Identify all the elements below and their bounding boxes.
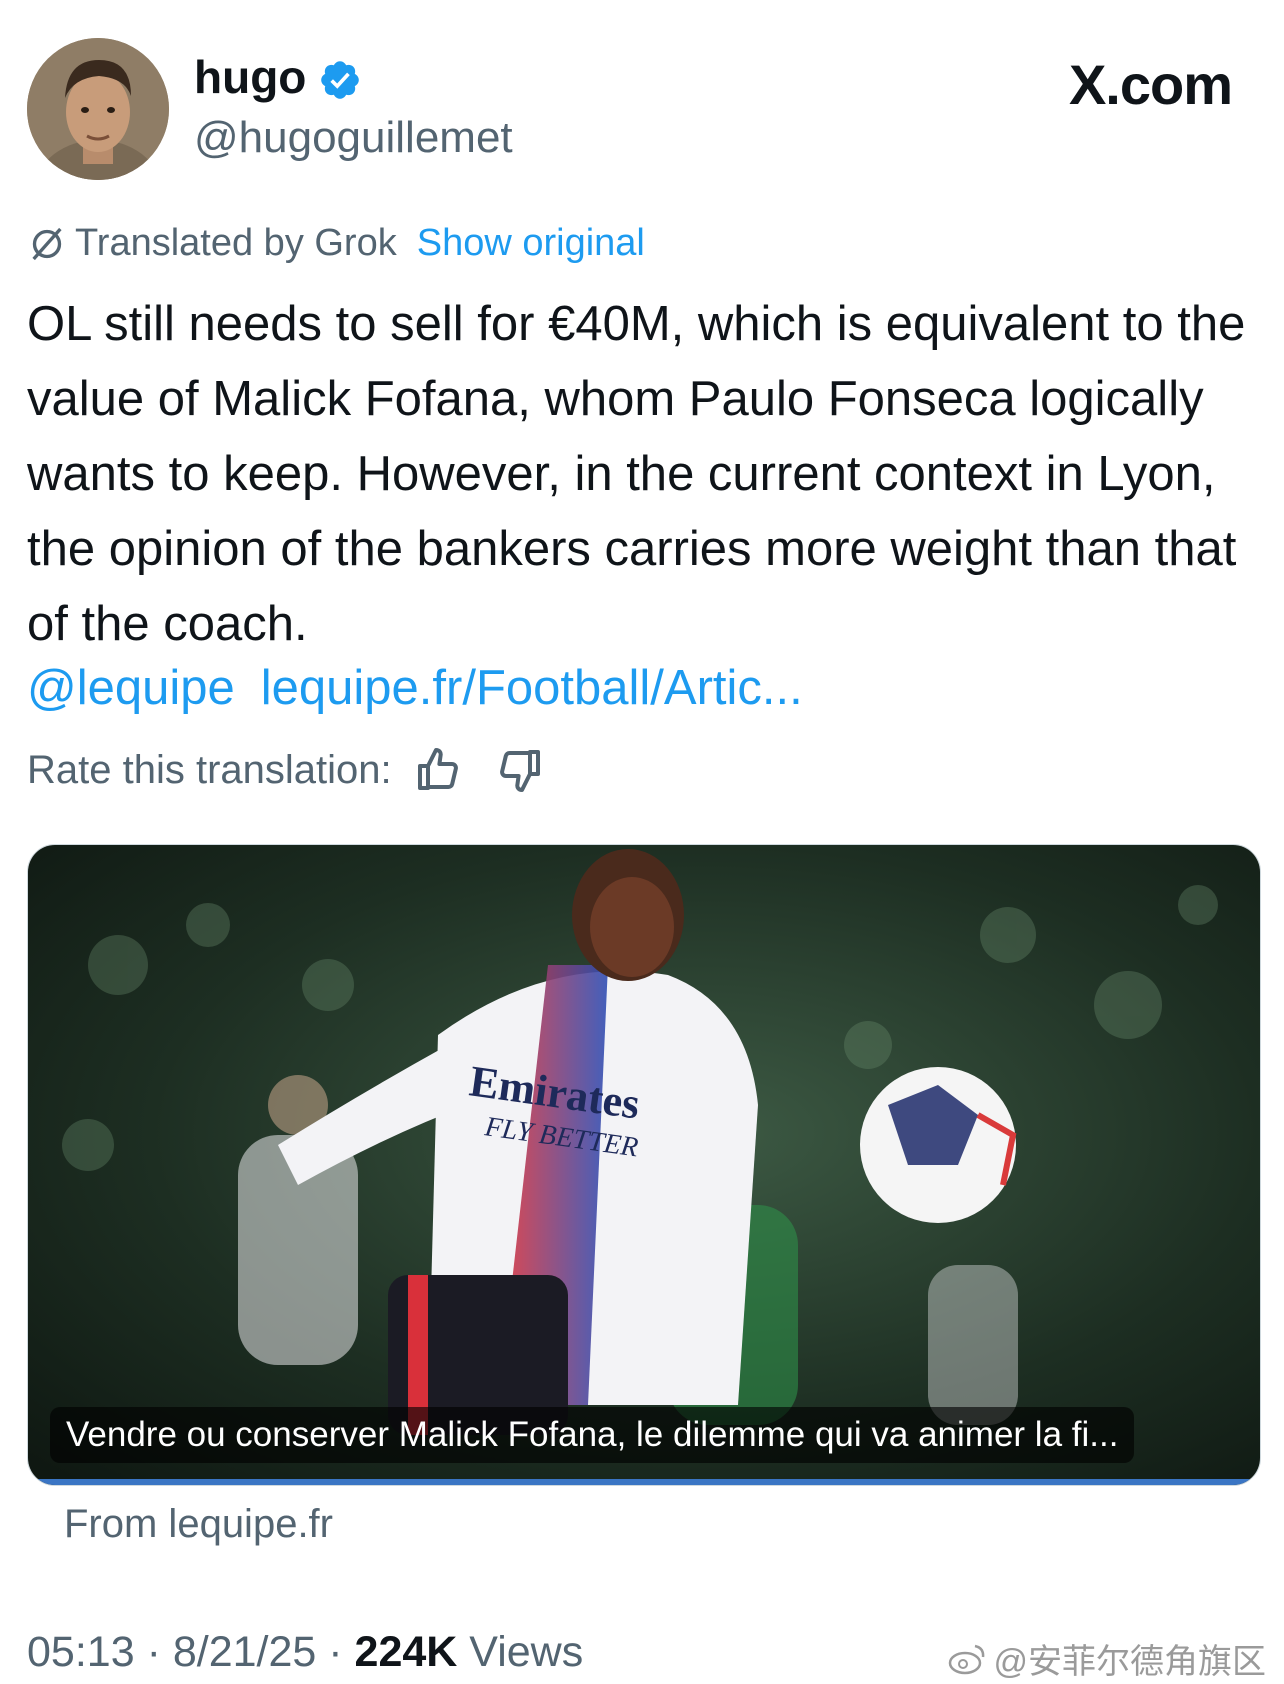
card-accent-bar xyxy=(28,1479,1260,1485)
mention-link[interactable]: @lequipe xyxy=(27,661,235,715)
link-preview-card[interactable]: Emirates FLY BETTER Vendre ou conserver … xyxy=(27,844,1261,1486)
rate-label: Rate this translation: xyxy=(27,747,392,792)
tweet-date[interactable]: 8/21/25 xyxy=(173,1628,316,1676)
author-name[interactable]: hugo xyxy=(194,50,306,104)
translation-row: Translated by Grok Show original xyxy=(27,222,645,265)
views-label: Views xyxy=(469,1628,584,1676)
tweet-meta: 05:13 · 8/21/25 · 224K Views xyxy=(27,1628,583,1677)
thumbs-up-icon[interactable] xyxy=(414,746,462,794)
watermark: @安菲尔德角旗区 xyxy=(947,1634,1266,1683)
separator: · xyxy=(328,1628,343,1676)
grok-icon xyxy=(32,227,62,260)
watermark-text: @安菲尔德角旗区 xyxy=(993,1643,1266,1681)
brand-logo: X.com xyxy=(1068,53,1233,116)
card-title: Vendre ou conserver Malick Fofana, le di… xyxy=(50,1407,1135,1463)
tweet-links: @lequipe lequipe.fr/Football/Artic... xyxy=(27,660,803,716)
avatar-photo xyxy=(27,38,169,180)
rate-translation-row: Rate this translation: xyxy=(27,746,544,794)
card-source[interactable]: From lequipe.fr xyxy=(64,1502,333,1547)
thumbs-down-icon[interactable] xyxy=(496,746,544,794)
article-link[interactable]: lequipe.fr/Football/Artic... xyxy=(261,661,803,715)
show-original-link[interactable]: Show original xyxy=(417,222,645,265)
author-handle[interactable]: @hugoguillemet xyxy=(194,113,513,163)
verified-badge-icon xyxy=(321,61,359,99)
translated-label: Translated by Grok xyxy=(75,222,397,264)
tweet-time[interactable]: 05:13 xyxy=(27,1628,135,1676)
tweet-text: OL still needs to sell for €40M, which i… xyxy=(27,297,1246,651)
weibo-icon xyxy=(949,1644,985,1674)
article-photo: Emirates FLY BETTER xyxy=(28,845,1260,1485)
separator: · xyxy=(146,1628,161,1676)
avatar[interactable] xyxy=(27,38,169,180)
views-count: 224K xyxy=(354,1628,458,1676)
